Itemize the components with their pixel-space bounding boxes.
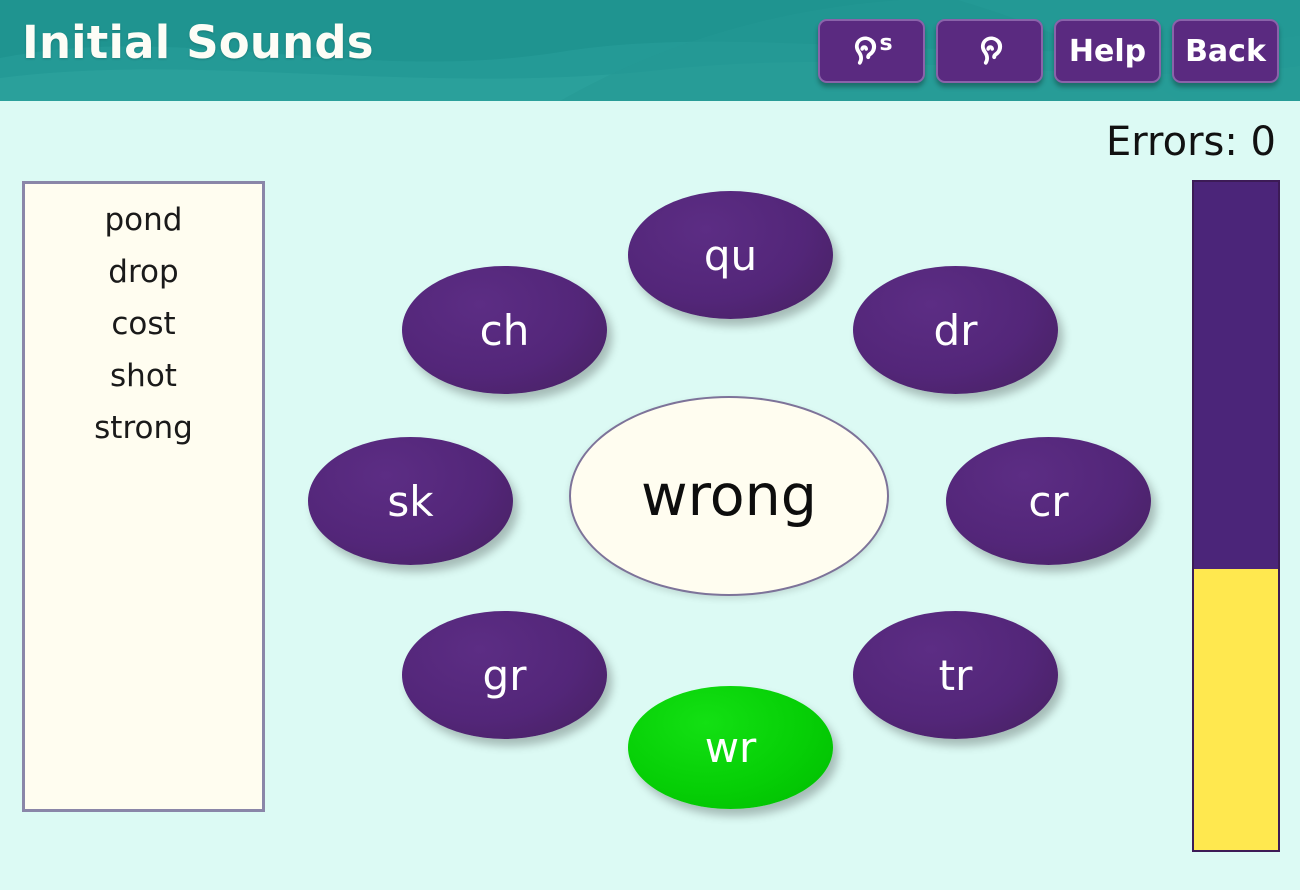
progress-bar-fill	[1194, 182, 1278, 570]
sound-option-label: tr	[938, 650, 973, 700]
sound-option-ch[interactable]: ch	[402, 266, 607, 394]
sound-choice-area: qu ch dr sk cr gr tr wr wrong	[0, 101, 1180, 890]
sound-option-label: dr	[933, 305, 978, 355]
target-word-text: wrong	[641, 463, 817, 529]
sound-option-label: wr	[704, 723, 757, 772]
sound-option-cr[interactable]: cr	[946, 437, 1151, 565]
sound-option-label: cr	[1028, 476, 1069, 526]
help-button-label: Help	[1068, 33, 1147, 69]
listen-word-button[interactable]	[936, 19, 1043, 83]
ear-icon-glyph	[855, 36, 877, 65]
sound-option-qu[interactable]: qu	[628, 191, 833, 319]
progress-bar	[1192, 180, 1280, 852]
ear-icon-glyph	[980, 36, 1002, 65]
help-button[interactable]: Help	[1054, 19, 1161, 83]
sound-option-gr[interactable]: gr	[402, 611, 607, 739]
listen-sounds-button[interactable]: s	[818, 19, 925, 83]
app-header: Initial Sounds s Help Back	[0, 0, 1300, 101]
ear-icon: s	[850, 31, 893, 68]
sound-option-dr[interactable]: dr	[853, 266, 1058, 394]
sound-option-label: sk	[387, 476, 434, 526]
sound-option-wr-selected[interactable]: wr	[628, 686, 833, 809]
back-button[interactable]: Back	[1172, 19, 1279, 83]
back-button-label: Back	[1185, 33, 1266, 69]
ear-icon	[976, 34, 1004, 68]
game-screen: Initial Sounds s Help Back Errors: 0 pon…	[0, 0, 1300, 890]
page-title: Initial Sounds	[22, 16, 374, 69]
sound-option-label: qu	[703, 230, 758, 280]
listen-sounds-superscript: s	[879, 31, 893, 56]
sound-option-tr[interactable]: tr	[853, 611, 1058, 739]
sound-option-label: gr	[482, 650, 527, 700]
sound-option-sk[interactable]: sk	[308, 437, 513, 565]
sound-option-label: ch	[479, 305, 530, 355]
target-word-oval: wrong	[569, 396, 889, 596]
